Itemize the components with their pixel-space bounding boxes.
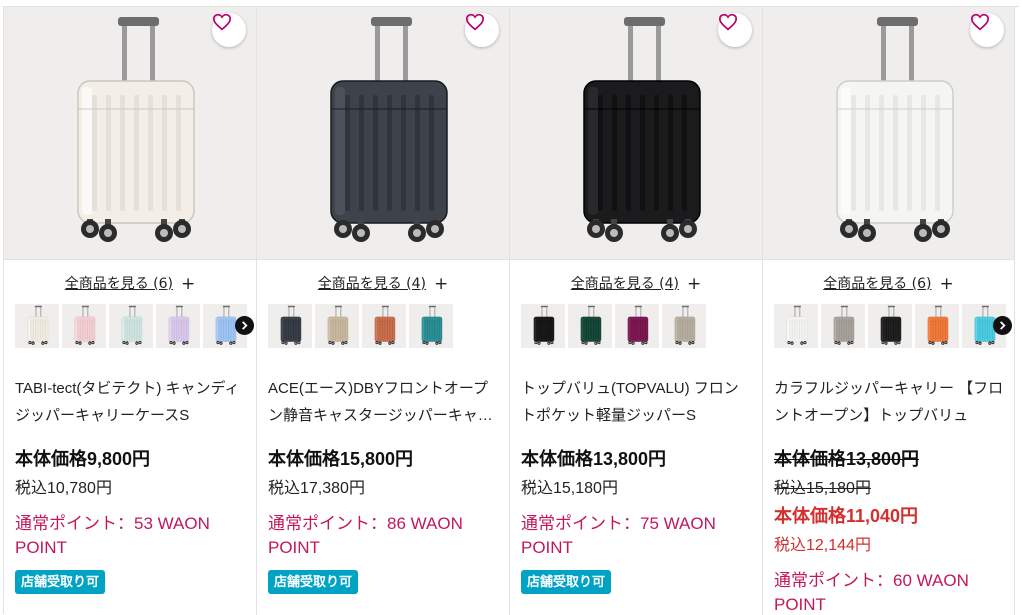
original-base-price: 本体価格13,800円 xyxy=(774,449,920,469)
product-title[interactable]: ACE(エース)DBYフロントオープン静音キャスタージッパーキャリー xyxy=(268,375,500,429)
product-image[interactable] xyxy=(763,7,1014,260)
points-text: 通常ポイント：75 WAON POINT xyxy=(521,514,716,557)
swatch-suitcase-image xyxy=(421,305,443,345)
color-swatch[interactable] xyxy=(521,304,565,348)
see-all-link-row: 全商品を見る (6) + xyxy=(763,273,1014,294)
product-image[interactable] xyxy=(4,7,256,260)
product-title[interactable]: TABI-tect(タビテクト) キャンディジッパーキャリーケースS xyxy=(15,375,247,429)
see-all-link-row: 全商品を見る (4) + xyxy=(257,273,509,294)
color-swatch[interactable] xyxy=(109,304,153,348)
color-swatch[interactable] xyxy=(568,304,612,348)
chevron-right-icon[interactable] xyxy=(235,316,254,335)
product-title[interactable]: トップバリュ(TOPVALU) フロントポケット軽量ジッパーS xyxy=(521,375,753,429)
see-all-link[interactable]: 全商品を見る (6) xyxy=(823,276,931,292)
tax-price: 税込10,780円 xyxy=(15,480,112,497)
favorite-heart-icon[interactable] xyxy=(465,13,499,47)
plus-icon[interactable]: + xyxy=(940,274,954,294)
see-all-link[interactable]: 全商品を見る (4) xyxy=(318,276,426,292)
product-grid: 全商品を見る (6) + TABI-tect(タビテクト) キャンディジッパーキャ… xyxy=(3,6,1019,615)
swatch-suitcase-image xyxy=(927,305,949,345)
see-all-link-row: 全商品を見る (6) + xyxy=(4,273,256,294)
product-image[interactable] xyxy=(257,7,509,260)
product-title[interactable]: カラフルジッパーキャリー 【フロントオープン】トップバリュ xyxy=(774,375,1006,429)
swatch-suitcase-image xyxy=(786,305,808,345)
base-price: 本体価格15,800円 xyxy=(268,449,414,469)
suitcase-image xyxy=(330,17,448,242)
swatch-suitcase-image xyxy=(374,305,396,345)
color-swatch[interactable] xyxy=(156,304,200,348)
product-card[interactable]: 全商品を見る (4) + トップバリュ(TOPVALU) フロントポケット軽量ジッ… xyxy=(510,7,763,615)
swatch-suitcase-image xyxy=(327,305,349,345)
color-swatch[interactable] xyxy=(268,304,312,348)
tax-price: 税込17,380円 xyxy=(268,480,365,497)
color-swatch[interactable] xyxy=(409,304,453,348)
swatch-suitcase-image xyxy=(880,305,902,345)
color-swatches xyxy=(521,304,759,348)
swatch-suitcase-image xyxy=(833,305,855,345)
store-pickup-badge: 店舗受取り可 xyxy=(15,570,106,594)
color-swatch[interactable] xyxy=(615,304,659,348)
color-swatch[interactable] xyxy=(915,304,959,348)
original-tax-price: 税込15,180円 xyxy=(774,480,871,497)
tax-price: 税込15,180円 xyxy=(521,480,618,497)
suitcase-image xyxy=(583,17,701,242)
chevron-right-icon[interactable] xyxy=(993,316,1012,335)
product-card[interactable]: 全商品を見る (4) + ACE(エース)DBYフロントオープン静音キャスタージッ… xyxy=(257,7,510,615)
store-pickup-badge: 店舗受取り可 xyxy=(268,570,359,594)
color-swatch[interactable] xyxy=(774,304,818,348)
swatch-suitcase-image xyxy=(580,305,602,345)
product-card[interactable]: 全商品を見る (6) + TABI-tect(タビテクト) キャンディジッパーキャ… xyxy=(4,7,257,615)
plus-icon[interactable]: + xyxy=(181,274,195,294)
store-pickup-badge: 店舗受取り可 xyxy=(521,570,612,594)
color-swatch[interactable] xyxy=(362,304,406,348)
swatch-suitcase-image xyxy=(533,305,555,345)
favorite-heart-icon[interactable] xyxy=(970,13,1004,47)
base-price: 本体価格13,800円 xyxy=(521,449,667,469)
swatch-suitcase-image xyxy=(168,305,190,345)
see-all-link-row: 全商品を見る (4) + xyxy=(510,273,762,294)
swatch-suitcase-image xyxy=(74,305,96,345)
sale-base-price: 本体価格11,040円 xyxy=(774,506,919,526)
sale-tax-price: 税込12,144円 xyxy=(774,537,871,554)
plus-icon[interactable]: + xyxy=(687,274,701,294)
suitcase-image xyxy=(836,17,954,242)
color-swatch[interactable] xyxy=(662,304,706,348)
color-swatch[interactable] xyxy=(15,304,59,348)
product-image[interactable] xyxy=(510,7,762,260)
base-price: 本体価格9,800円 xyxy=(15,449,151,469)
color-swatches xyxy=(15,304,253,348)
favorite-heart-icon[interactable] xyxy=(212,13,246,47)
color-swatches xyxy=(268,304,506,348)
swatch-suitcase-image xyxy=(627,305,649,345)
suitcase-image xyxy=(77,17,195,242)
swatch-suitcase-image xyxy=(280,305,302,345)
color-swatch[interactable] xyxy=(62,304,106,348)
see-all-link[interactable]: 全商品を見る (4) xyxy=(571,276,679,292)
swatch-suitcase-image xyxy=(121,305,143,345)
color-swatch[interactable] xyxy=(821,304,865,348)
product-card[interactable]: 全商品を見る (6) + カラフルジッパーキャリー 【フロントオープン】トップバリ… xyxy=(763,7,1015,615)
color-swatch[interactable] xyxy=(868,304,912,348)
swatch-suitcase-image xyxy=(27,305,49,345)
points-text: 通常ポイント：86 WAON POINT xyxy=(268,514,463,557)
points-text: 通常ポイント：60 WAON POINT xyxy=(774,571,969,614)
points-text: 通常ポイント：53 WAON POINT xyxy=(15,514,210,557)
see-all-link[interactable]: 全商品を見る (6) xyxy=(65,276,173,292)
color-swatch[interactable] xyxy=(315,304,359,348)
color-swatches xyxy=(774,304,1012,348)
plus-icon[interactable]: + xyxy=(434,274,448,294)
favorite-heart-icon[interactable] xyxy=(718,13,752,47)
swatch-suitcase-image xyxy=(674,305,696,345)
